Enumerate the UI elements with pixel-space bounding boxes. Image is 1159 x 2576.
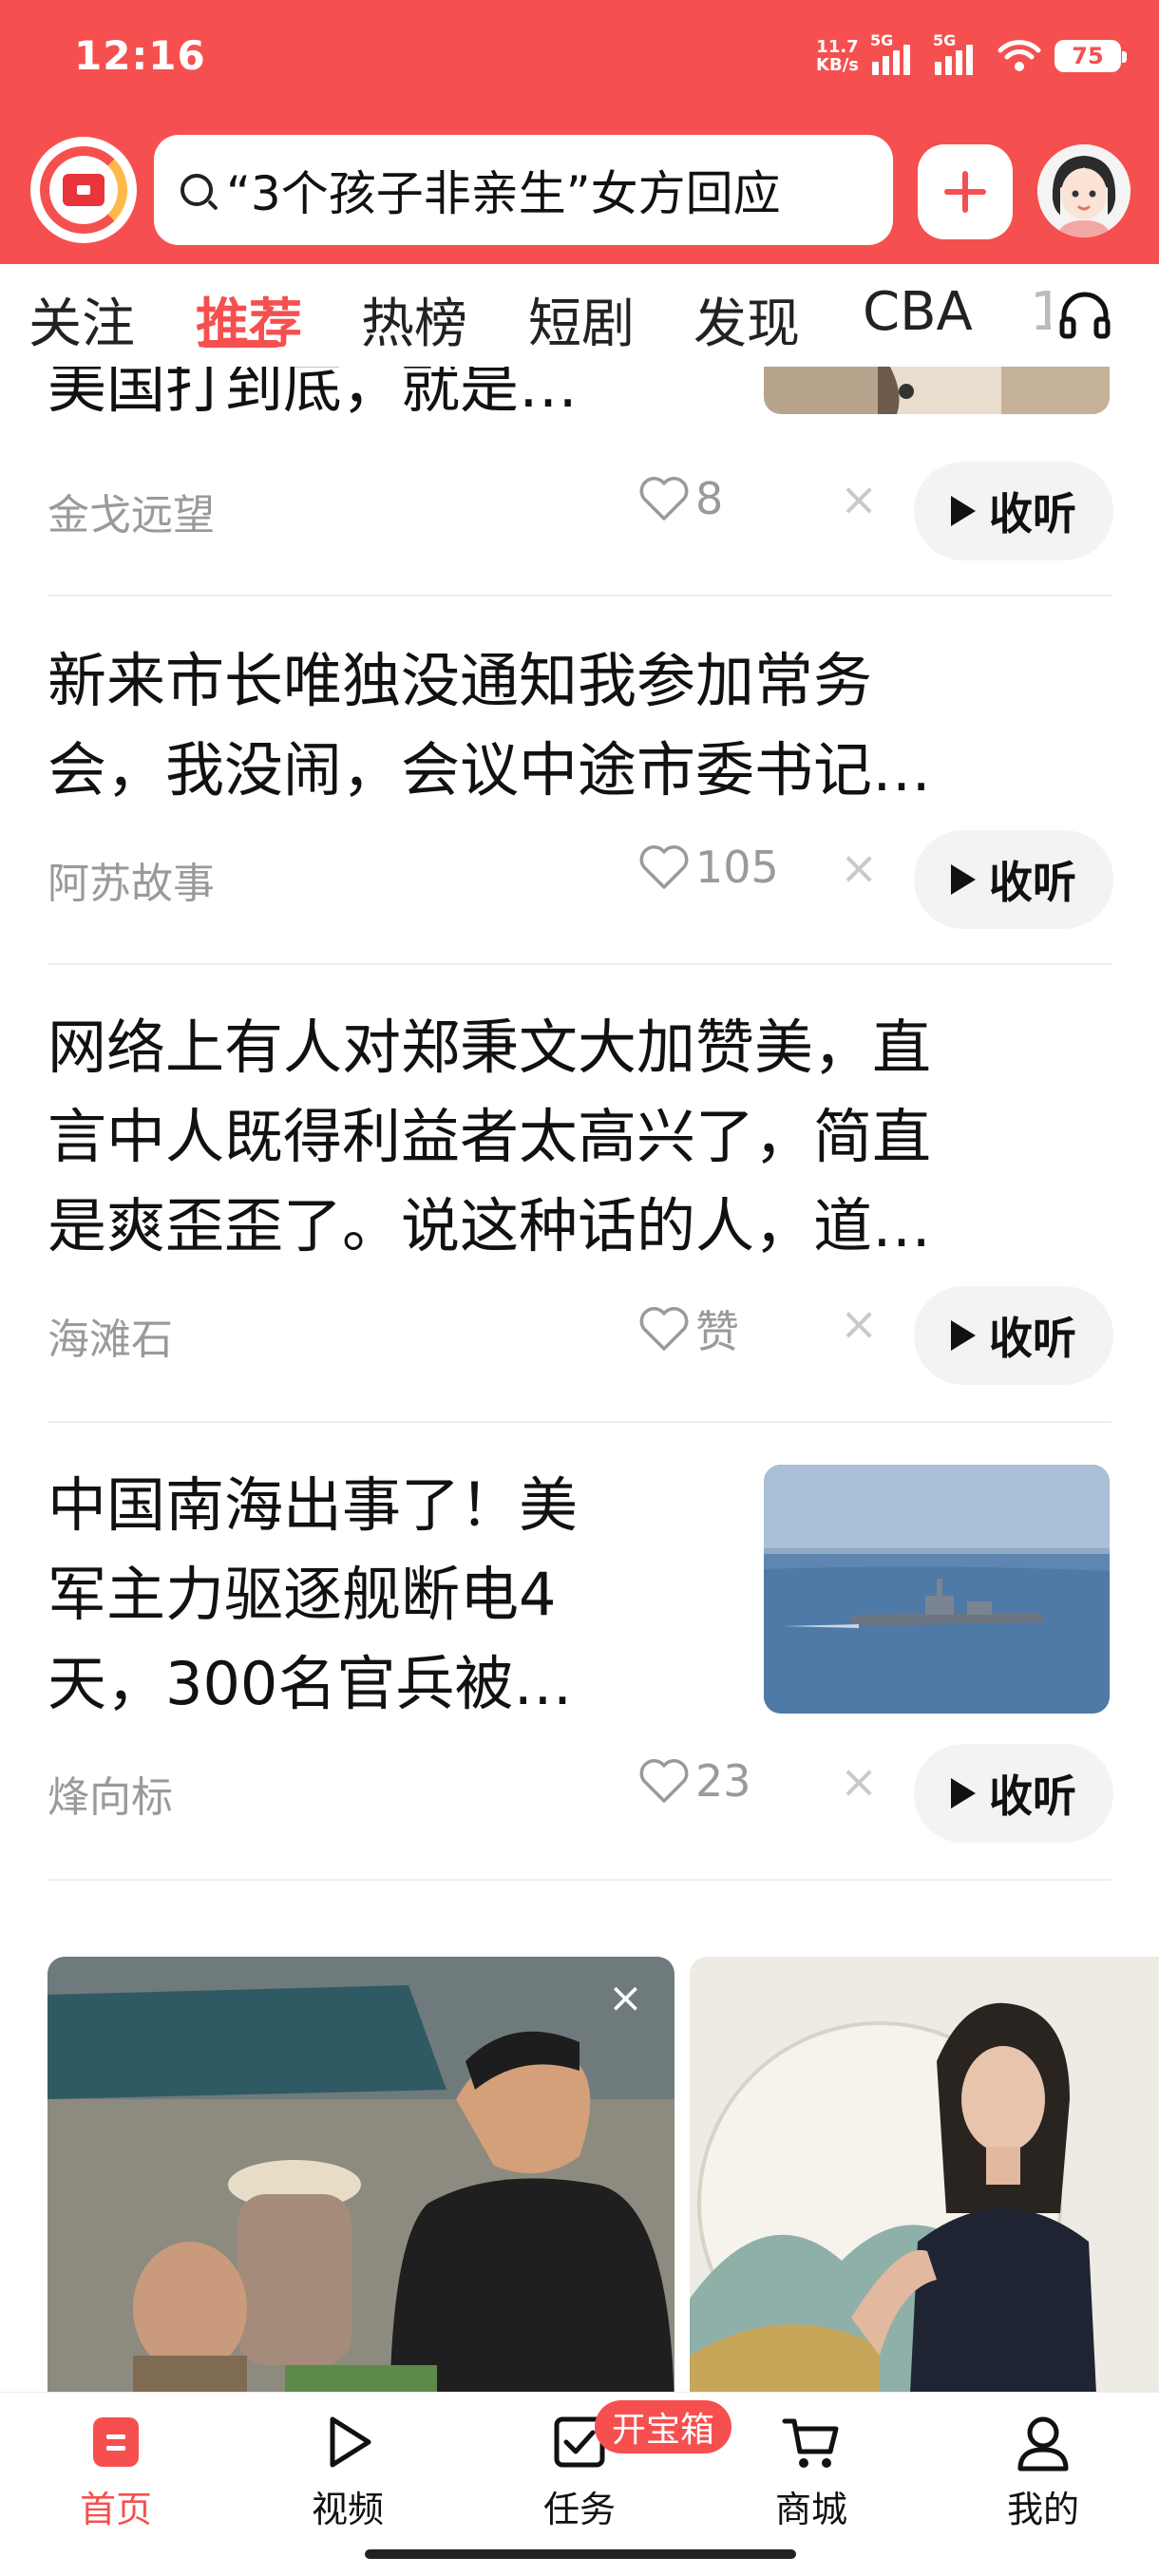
article-title[interactable]: 美国打到底，就是… [48, 367, 578, 431]
nav-me[interactable]: 我的 [967, 2412, 1119, 2545]
tab-discover[interactable]: 发现 [694, 281, 800, 358]
play-icon [951, 1320, 976, 1351]
tab-short-drama[interactable]: 短剧 [528, 281, 635, 358]
like-button[interactable]: 赞 [638, 1297, 739, 1360]
nav-home[interactable]: 首页 [40, 2412, 192, 2545]
dismiss-button[interactable]: × [840, 1297, 878, 1351]
news-feed: 美国打到底，就是… 金戈远望 8 × 收听 新来市长唯独没通知我参加常务 会，我… [0, 367, 1159, 2392]
app-logo-icon [40, 146, 127, 234]
tab-hot-list[interactable]: 热榜 [361, 281, 467, 358]
battery-icon: 75 [1054, 40, 1127, 72]
heart-icon [639, 1759, 689, 1803]
app-logo-button[interactable] [30, 137, 137, 243]
like-button[interactable]: 105 [638, 842, 779, 893]
shopping-cart-icon [782, 2418, 839, 2468]
tab-partial[interactable]: 1 [1030, 281, 1051, 343]
listen-button[interactable]: 收听 [914, 462, 1113, 560]
status-indicators: 11.7 KB/s 5G 5G 75 [816, 31, 1127, 80]
divider [48, 1421, 1112, 1423]
dismiss-button[interactable]: × [840, 1755, 878, 1809]
video-card[interactable]: × [48, 1957, 674, 2392]
signal-icon: 5G [933, 31, 984, 75]
signal-icon: 5G [870, 31, 922, 75]
dismiss-button[interactable]: × [840, 842, 878, 895]
search-bar[interactable]: “3个孩子非亲生”女方回应 [154, 135, 893, 245]
search-suggestion: “3个孩子非亲生”女方回应 [226, 166, 781, 221]
nav-video[interactable]: 视频 [272, 2412, 424, 2545]
wifi-icon [998, 40, 1041, 71]
article-thumbnail [764, 367, 1110, 414]
status-time: 12:16 [74, 32, 206, 79]
video-card[interactable] [690, 1957, 1159, 2392]
heart-icon [639, 477, 689, 521]
video-thumbnail [690, 1957, 1159, 2392]
divider [48, 595, 1112, 597]
app-header: 12:16 11.7 KB/s 5G 5G 75 “3个孩子非亲生”女方回应 [0, 0, 1159, 264]
avatar-icon [1037, 144, 1130, 237]
article-thumbnail[interactable] [764, 1465, 1110, 1714]
category-tabs: 关注 推荐 热榜 短剧 发现 CBA 1 [0, 264, 1159, 367]
article-title[interactable]: 中国南海出事了！美 军主力驱逐舰断电4 天，300名官兵被… [48, 1461, 578, 1729]
bottom-navigation: 首页 视频 任务 开宝箱 商城 我的 [0, 2392, 1159, 2576]
listen-button[interactable]: 收听 [914, 1744, 1113, 1843]
article-source: 海滩石 [48, 1316, 173, 1364]
gesture-home-bar[interactable] [365, 2549, 796, 2559]
article-source: 金戈远望 [48, 491, 215, 540]
user-icon [1017, 2416, 1069, 2472]
listen-button[interactable]: 收听 [914, 1286, 1113, 1385]
add-button[interactable] [918, 144, 1013, 239]
active-tab-indicator [201, 340, 279, 348]
video-thumbnail [48, 1957, 674, 2392]
divider [48, 1879, 1112, 1881]
video-play-icon [330, 2416, 371, 2468]
headphone-icon[interactable] [1056, 287, 1113, 340]
nav-mall[interactable]: 商城 [735, 2412, 887, 2545]
search-icon [180, 174, 213, 206]
listen-button[interactable]: 收听 [914, 830, 1113, 929]
network-speed: 11.7 KB/s [816, 37, 859, 75]
avatar[interactable] [1037, 144, 1130, 237]
article-title[interactable]: 网络上有人对郑秉文大加赞美，直 言中人既得利益者太高兴了，简直 是爽歪歪了。说这… [48, 1003, 931, 1271]
play-icon [951, 496, 976, 526]
article-title[interactable]: 新来市长唯独没通知我参加常务 会，我没闹，会议中途市委书记… [48, 636, 931, 815]
heart-icon [639, 845, 689, 889]
play-icon [951, 864, 976, 895]
close-icon[interactable]: × [608, 1974, 643, 2022]
like-button[interactable]: 23 [638, 1755, 751, 1807]
dismiss-button[interactable]: × [840, 473, 878, 526]
tab-cba[interactable]: CBA [863, 281, 973, 343]
play-icon [951, 1778, 976, 1809]
warship-photo [764, 1465, 1110, 1714]
like-button[interactable]: 8 [638, 473, 723, 524]
article-source: 阿苏故事 [48, 860, 215, 908]
divider [48, 963, 1112, 965]
home-icon [93, 2417, 139, 2467]
article-source: 烽向标 [48, 1773, 173, 1822]
status-bar: 12:16 11.7 KB/s 5G 5G 75 [0, 0, 1159, 114]
heart-icon [639, 1307, 689, 1351]
treasure-box-badge[interactable]: 开宝箱 [595, 2400, 732, 2453]
tab-follow[interactable]: 关注 [28, 281, 135, 358]
